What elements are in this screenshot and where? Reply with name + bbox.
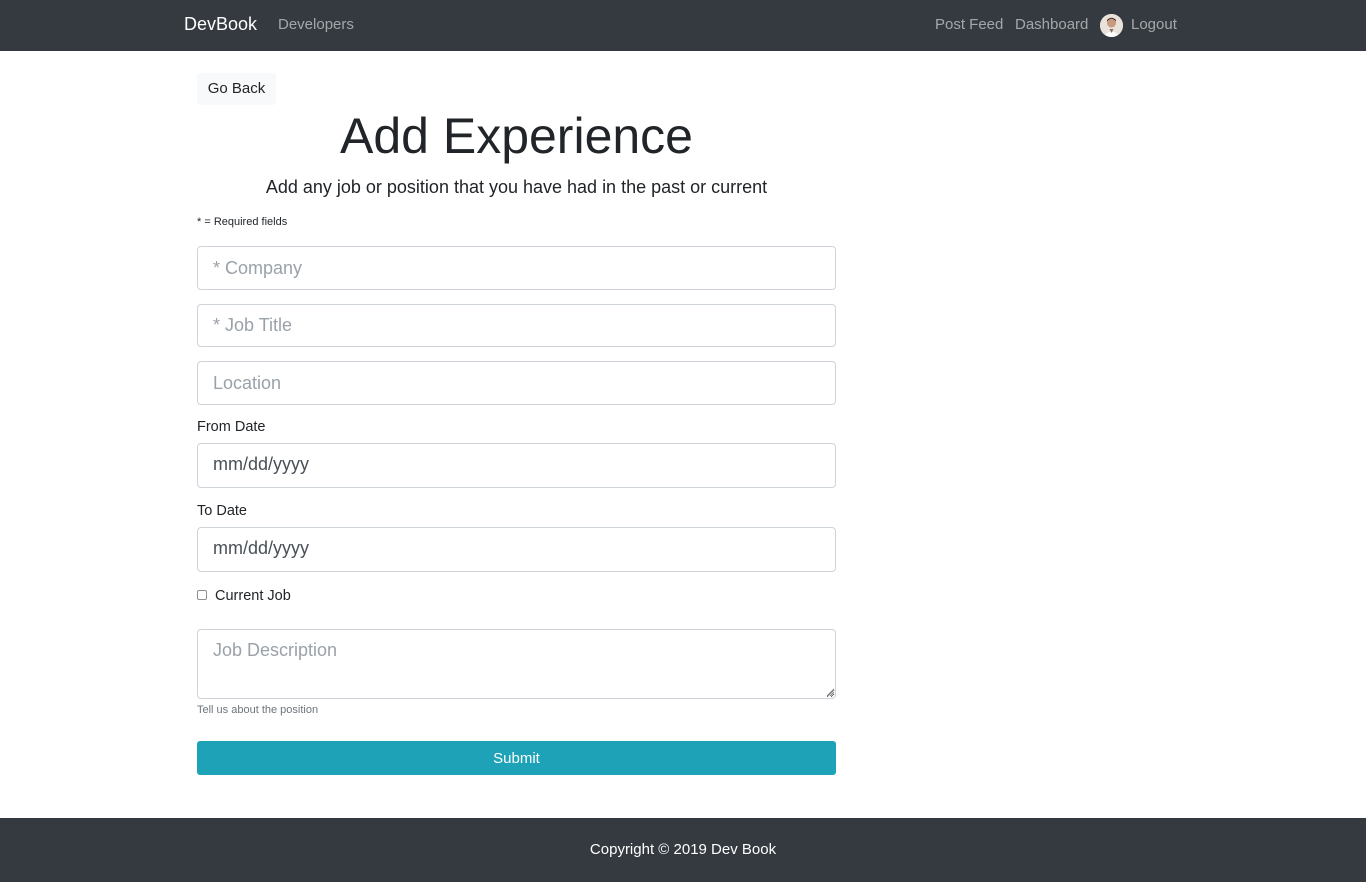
page-lead-text: Add any job or position that you have ha… (265, 177, 768, 197)
nav-logout-link[interactable]: Logout (1131, 16, 1177, 33)
current-job-label[interactable]: Current Job (215, 588, 291, 604)
from-date-input[interactable] (197, 443, 836, 488)
job-description-textarea[interactable] (197, 629, 836, 699)
nav-post-feed-link[interactable]: Post Feed (935, 16, 1003, 33)
nav-developers-link[interactable]: Developers (278, 16, 354, 33)
footer: Copyright © 2019 Dev Book (0, 818, 1366, 882)
required-fields-note: * = Required fields (197, 216, 288, 228)
submit-button[interactable]: Submit (197, 741, 836, 775)
brand-link[interactable]: DevBook (184, 14, 257, 35)
page-title: Add Experience (339, 108, 693, 164)
job-description-help: Tell us about the position (197, 704, 319, 716)
location-input[interactable] (197, 361, 836, 405)
top-navbar: DevBook Developers Post Feed Dashboard L… (0, 0, 1366, 51)
current-job-checkbox[interactable] (197, 590, 207, 600)
go-back-button[interactable]: Go Back (197, 73, 276, 105)
user-avatar (1100, 14, 1123, 37)
to-date-label: To Date (197, 503, 247, 519)
from-date-label: From Date (197, 419, 266, 435)
to-date-input[interactable] (197, 527, 836, 572)
nav-dashboard-link[interactable]: Dashboard (1015, 16, 1088, 33)
job-title-input[interactable] (197, 304, 836, 347)
footer-copyright: Copyright © 2019 Dev Book (589, 841, 777, 858)
company-input[interactable] (197, 246, 836, 290)
